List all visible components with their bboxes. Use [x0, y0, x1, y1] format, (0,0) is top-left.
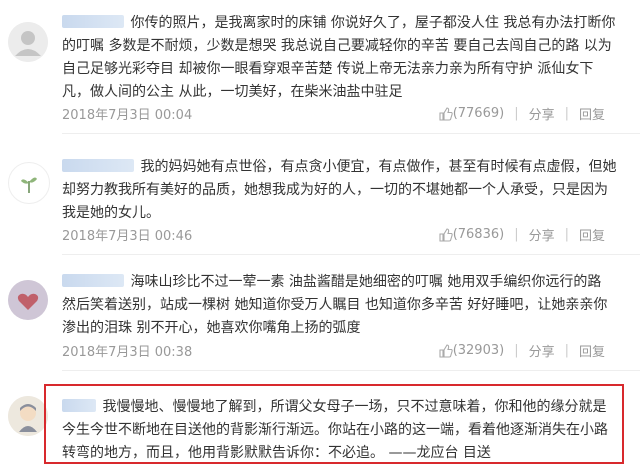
like-count: (77669) — [452, 106, 505, 121]
separator: | — [514, 106, 519, 121]
divider — [62, 254, 640, 255]
comment-date: 2018年7月3日 00:38 — [62, 345, 193, 360]
divider — [62, 133, 640, 134]
avatar[interactable] — [8, 396, 48, 436]
thumbs-up-icon — [439, 343, 453, 358]
separator: | — [514, 227, 519, 242]
default-avatar-icon — [8, 22, 48, 62]
separator: | — [514, 343, 519, 358]
heart-avatar-icon — [8, 280, 48, 320]
like-count: (32903) — [452, 343, 505, 358]
share-button[interactable]: 分享 — [529, 104, 555, 123]
share-button[interactable]: 分享 — [529, 225, 555, 244]
like-button[interactable]: (77669) — [439, 106, 505, 121]
username[interactable] — [62, 15, 124, 28]
separator: | — [564, 227, 569, 242]
avatar[interactable] — [8, 280, 48, 320]
comment-text: 你传的照片，是我离家时的床铺 你说好久了，屋子都没人住 我总有办法打断你的叮嘱 … — [62, 15, 616, 100]
username[interactable] — [62, 159, 134, 172]
separator: | — [564, 343, 569, 358]
avatar[interactable] — [8, 162, 50, 204]
sprout-avatar-icon — [21, 177, 37, 193]
comment-date: 2018年7月3日 00:04 — [62, 108, 193, 123]
highlight-box — [44, 384, 624, 464]
reply-button[interactable]: 回复 — [579, 225, 605, 244]
cartoon-avatar-icon — [8, 396, 48, 436]
reply-button[interactable]: 回复 — [579, 341, 605, 360]
like-count: (76836) — [452, 227, 505, 242]
comment-date: 2018年7月3日 00:46 — [62, 229, 193, 244]
comment-text: 我的妈妈她有点世俗，有点贪小便宜，有点做作，甚至有时候有点虚假，但她却努力教我所… — [62, 159, 617, 221]
like-button[interactable]: (76836) — [439, 227, 505, 242]
reply-button[interactable]: 回复 — [579, 104, 605, 123]
avatar[interactable] — [8, 22, 48, 62]
username[interactable] — [62, 274, 124, 287]
separator: | — [564, 106, 569, 121]
comment-text: 海味山珍比不过一荤一素 油盐酱醋是她细密的叮嘱 她用双手编织你远行的路 然后笑着… — [62, 274, 608, 336]
share-button[interactable]: 分享 — [529, 341, 555, 360]
thumbs-up-icon — [439, 227, 453, 242]
thumbs-up-icon — [439, 106, 453, 121]
like-button[interactable]: (32903) — [439, 343, 505, 358]
divider — [62, 370, 640, 371]
